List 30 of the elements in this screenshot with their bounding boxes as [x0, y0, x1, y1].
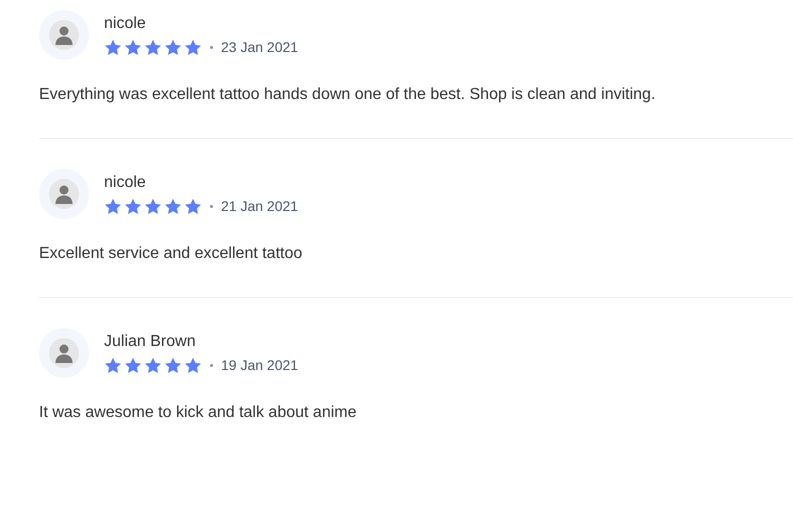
star-icon	[104, 356, 122, 374]
review-date: 23 Jan 2021	[221, 39, 298, 55]
star-icon	[164, 198, 182, 214]
star-icon	[104, 38, 122, 56]
separator-dot	[210, 364, 213, 366]
separator-dot	[210, 46, 213, 48]
star-icon	[124, 38, 142, 56]
review-date: 19 Jan 2021	[221, 357, 298, 373]
reviewer-name: Julian Brown	[104, 332, 197, 350]
separator-dot	[210, 204, 213, 208]
reviewer-name: nicole	[104, 14, 147, 32]
review-date: 21 Jan 2021	[221, 198, 298, 214]
avatar-icon	[39, 10, 89, 60]
review-text: It was awesome to kick and talk about anime	[39, 404, 358, 422]
star-icon	[144, 356, 162, 374]
review-text: Everything was excellent tattoo hands down one of the best. Shop is clean and inviting.	[39, 86, 656, 104]
star-icon	[164, 356, 182, 374]
star-icon	[124, 198, 142, 214]
star-icon	[124, 356, 142, 374]
star-icon	[104, 198, 122, 214]
star-icon	[184, 38, 202, 56]
star-icon	[184, 198, 202, 214]
avatar-icon	[39, 328, 89, 378]
star-icon	[184, 356, 202, 374]
star-icon	[164, 38, 182, 56]
review-text: Excellent service and excellent tattoo	[39, 245, 304, 263]
star-icon	[144, 198, 162, 214]
avatar-icon	[39, 169, 89, 219]
star-icon	[144, 38, 162, 56]
reviewer-name: nicole	[104, 174, 147, 192]
